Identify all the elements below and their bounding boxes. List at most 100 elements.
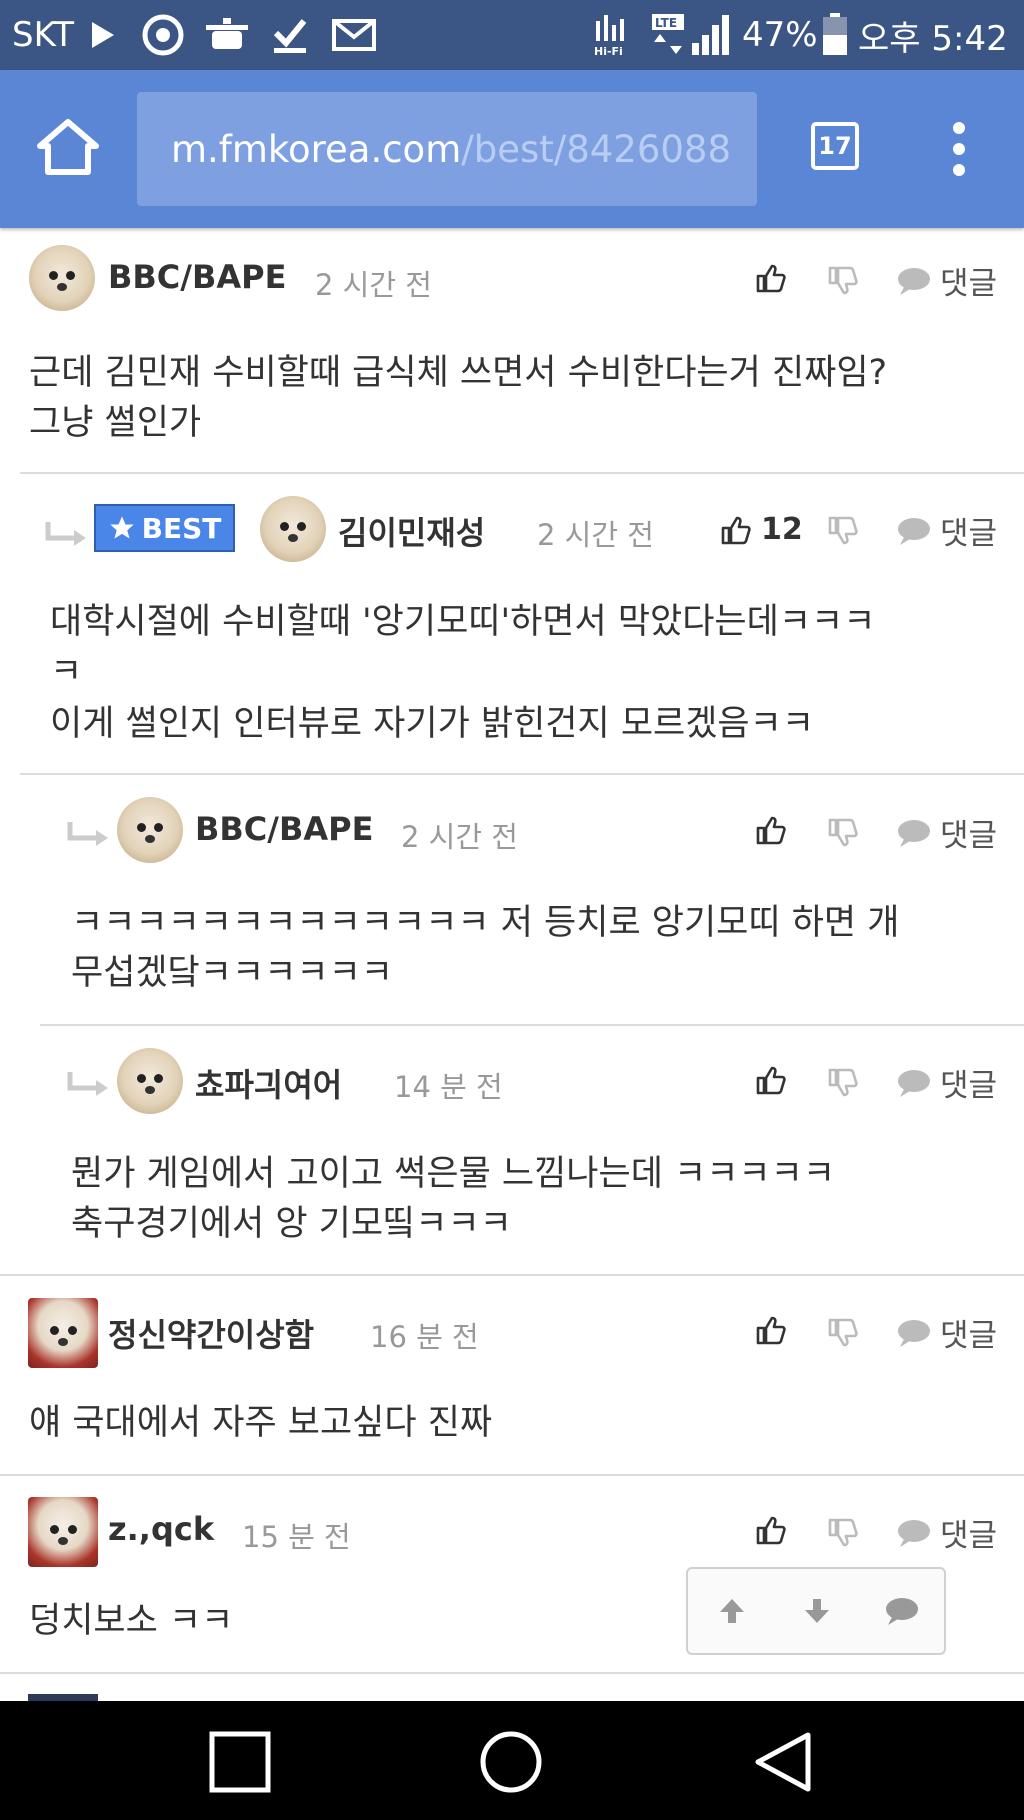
comment-author[interactable]: BBC/BAPE bbox=[108, 258, 286, 296]
best-label: BEST bbox=[141, 511, 222, 545]
comment-divider bbox=[40, 1024, 1024, 1026]
thumb-down-icon bbox=[828, 266, 858, 295]
comment-divider bbox=[0, 1672, 1024, 1674]
tab-count: 17 bbox=[818, 132, 852, 160]
reply-button[interactable]: 댓글 bbox=[896, 1510, 997, 1555]
like-button[interactable]: 12 bbox=[719, 512, 803, 547]
reply-arrow-icon bbox=[45, 522, 86, 546]
scroll-up-button[interactable] bbox=[712, 1591, 752, 1631]
comment-bubble-icon bbox=[886, 1598, 918, 1625]
reply-button[interactable]: 댓글 bbox=[896, 1060, 997, 1105]
reply-button[interactable]: 댓글 bbox=[896, 258, 997, 303]
comment-author[interactable]: BBC/BAPE bbox=[195, 810, 373, 848]
reply-label: 댓글 bbox=[940, 1518, 998, 1554]
scroll-down-button[interactable] bbox=[797, 1591, 837, 1631]
dislike-button[interactable] bbox=[826, 1517, 858, 1549]
cooking-pot-icon bbox=[204, 0, 250, 70]
avatar[interactable] bbox=[117, 797, 183, 863]
comment-line: ㅋ bbox=[50, 652, 83, 692]
reply-label: 댓글 bbox=[940, 1068, 998, 1104]
like-button[interactable] bbox=[754, 262, 786, 294]
thumb-down-icon bbox=[828, 516, 858, 545]
home-nav-icon[interactable] bbox=[478, 1729, 544, 1795]
url-text: m.fmkorea.com/best/8426088 bbox=[137, 128, 731, 171]
comment-bubble-icon bbox=[898, 1519, 930, 1547]
like-button[interactable] bbox=[754, 1064, 786, 1096]
comment-author[interactable]: 정신약간이상함 bbox=[108, 1310, 314, 1356]
thumb-down-icon bbox=[828, 1318, 858, 1347]
reply-arrow-icon bbox=[67, 1072, 108, 1096]
dislike-button[interactable] bbox=[826, 1317, 858, 1349]
comment-divider bbox=[0, 1274, 1024, 1276]
hifi-icon: Hi-Fi bbox=[592, 0, 634, 70]
like-button[interactable] bbox=[754, 814, 786, 846]
avatar[interactable] bbox=[28, 1298, 98, 1368]
status-bar: SKT Hi-Fi LTE 47% 오후 5:42 bbox=[0, 0, 1024, 70]
dislike-button[interactable] bbox=[826, 265, 858, 297]
comment-line: 이게 썰인지 인터뷰로 자기가 밝힌건지 모르겠음ㅋㅋ bbox=[50, 704, 815, 744]
thumb-up-icon bbox=[756, 1516, 786, 1545]
reply-button[interactable]: 댓글 bbox=[896, 508, 997, 553]
play-icon bbox=[88, 0, 116, 70]
comment-time: 14 분 전 bbox=[394, 1070, 503, 1104]
reply-label: 댓글 bbox=[940, 1318, 998, 1354]
comment-time: 2 시간 전 bbox=[315, 268, 432, 302]
comment-author[interactable]: 김이민재성 bbox=[338, 508, 485, 554]
comment-line: 무섭겠닼ㅋㅋㅋㅋㅋㅋ bbox=[71, 953, 394, 993]
reply-button[interactable]: 댓글 bbox=[896, 1310, 997, 1355]
recents-nav-icon[interactable] bbox=[207, 1729, 273, 1795]
comment-time: 16 분 전 bbox=[370, 1320, 479, 1354]
star-icon bbox=[109, 516, 134, 539]
go-comments-button[interactable] bbox=[882, 1591, 922, 1631]
comment-bubble-icon bbox=[898, 1069, 930, 1097]
carrier-label: SKT bbox=[12, 15, 75, 55]
tabs-icon[interactable]: 17 bbox=[811, 122, 859, 170]
like-button[interactable] bbox=[754, 1314, 786, 1346]
reply-label: 댓글 bbox=[940, 266, 998, 302]
comment-line: 얘 국대에서 자주 보고싶다 진짜 bbox=[29, 1403, 493, 1443]
comment-line: ㅋㅋㅋㅋㅋㅋㅋㅋㅋㅋㅋㅋㅋ 저 등치로 앙기모띠 하면 개 bbox=[71, 903, 900, 943]
thumb-down-icon bbox=[828, 1518, 858, 1547]
comment-time: 15 분 전 bbox=[242, 1520, 351, 1554]
comment-author[interactable]: 쵸파긔여어 bbox=[195, 1060, 342, 1106]
back-nav-icon[interactable] bbox=[750, 1729, 816, 1795]
svg-text:Hi-Fi: Hi-Fi bbox=[594, 45, 623, 57]
comment-bubble-icon bbox=[898, 1319, 930, 1347]
svg-text:LTE: LTE bbox=[655, 16, 677, 30]
home-icon[interactable] bbox=[36, 116, 100, 180]
floating-nav bbox=[686, 1567, 946, 1655]
clock: 오후 5:42 bbox=[858, 18, 1008, 59]
signal-icon bbox=[690, 0, 734, 70]
url-bar[interactable]: m.fmkorea.com/best/8426088 bbox=[137, 92, 757, 206]
reply-label: 댓글 bbox=[940, 818, 998, 854]
thumb-up-icon bbox=[756, 1066, 786, 1095]
avatar[interactable] bbox=[28, 1497, 98, 1567]
more-vert-icon[interactable] bbox=[944, 122, 974, 176]
comment-divider bbox=[20, 472, 1024, 474]
chrome-icon bbox=[142, 0, 184, 70]
comment-line: 대학시절에 수비할때 '앙기모띠'하면서 막았다는데ㅋㅋㅋ bbox=[50, 602, 876, 642]
dislike-button[interactable] bbox=[826, 515, 858, 547]
avatar[interactable] bbox=[117, 1048, 183, 1114]
dislike-button[interactable] bbox=[826, 1067, 858, 1099]
comment-author[interactable]: z.,qck bbox=[108, 1510, 214, 1548]
comment-line: 그냥 썰인가 bbox=[29, 403, 202, 443]
best-badge: BEST bbox=[94, 504, 235, 552]
comment-bubble-icon bbox=[898, 517, 930, 545]
thumb-up-icon bbox=[756, 264, 786, 293]
like-count: 12 bbox=[761, 512, 803, 547]
dislike-button[interactable] bbox=[826, 817, 858, 849]
reply-button[interactable]: 댓글 bbox=[896, 810, 997, 855]
battery-icon bbox=[822, 0, 848, 70]
comment-bubble-icon bbox=[898, 819, 930, 847]
url-path: /best/8426088 bbox=[461, 127, 731, 171]
thumb-up-icon bbox=[721, 516, 751, 544]
lte-icon: LTE bbox=[650, 0, 686, 70]
reply-arrow-icon bbox=[67, 822, 108, 846]
comment-divider bbox=[20, 773, 1024, 775]
like-button[interactable] bbox=[754, 1514, 786, 1546]
avatar[interactable] bbox=[260, 496, 326, 562]
avatar[interactable] bbox=[29, 245, 95, 311]
arrow-up-icon bbox=[720, 1599, 744, 1623]
thumb-down-icon bbox=[828, 818, 858, 847]
